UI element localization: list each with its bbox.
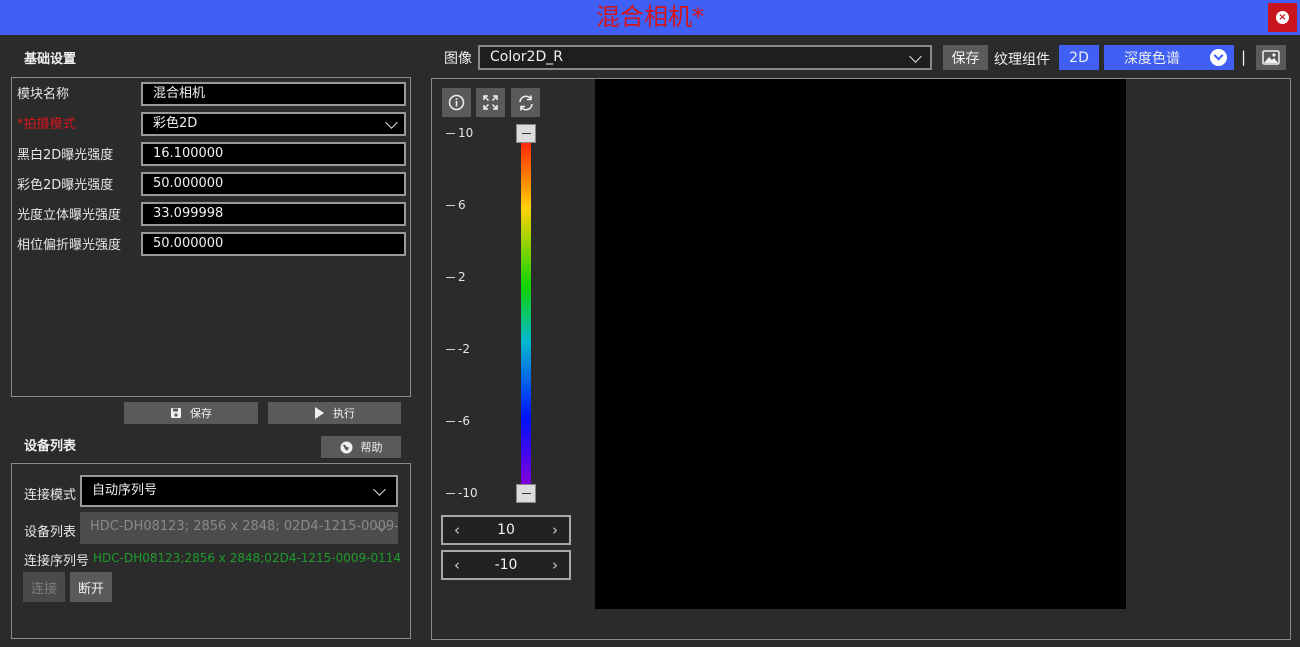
run-button[interactable]: 执行 — [268, 402, 401, 424]
deflectometry-exposure-input[interactable]: 50.000000 — [141, 232, 406, 256]
serial-label: 连接序列号 — [24, 554, 90, 569]
image-label: 图像 — [444, 51, 472, 67]
max-value: 10 — [497, 522, 515, 538]
colorbar-tick: -10 — [446, 486, 478, 500]
chevron-down-icon — [909, 50, 922, 63]
basic-settings-title: 基础设置 — [24, 52, 77, 67]
deflectometry-exposure-label: 相位偏折曝光强度 — [17, 238, 122, 253]
connect-button[interactable]: 连接 — [23, 572, 65, 602]
capture-mode-value: 彩色2D — [153, 116, 198, 131]
minus-icon — [521, 133, 531, 134]
image-select-value: Color2D_R — [490, 49, 563, 65]
depth-colormap-select[interactable]: 深度色谱 — [1104, 45, 1234, 70]
chevron-down-icon — [385, 116, 398, 129]
chevron-left-icon[interactable]: ‹ — [447, 552, 467, 578]
help-button[interactable]: 帮助 — [321, 436, 401, 458]
colorbar-min-handle[interactable] — [516, 484, 536, 503]
module-name-input[interactable]: 混合相机 — [141, 82, 406, 106]
toolbar-separator: | — [1241, 48, 1247, 66]
globe-icon — [340, 441, 352, 453]
colorbar-tick: -6 — [446, 414, 470, 428]
run-label: 执行 — [333, 407, 355, 420]
device-list-label: 设备列表 — [24, 525, 77, 540]
color-scale-bar — [521, 138, 531, 489]
refresh-icon — [518, 95, 533, 110]
fit-view-button[interactable] — [476, 88, 505, 117]
info-icon — [448, 94, 465, 111]
save-image-button[interactable]: 保存 — [943, 45, 988, 70]
image-icon — [1262, 50, 1280, 65]
help-label: 帮助 — [360, 441, 383, 454]
device-value: HDC-DH08123; 2856 x 2848; 02D4-1215-0009… — [90, 519, 398, 534]
colorbar-tick: 6 — [446, 198, 466, 212]
mono2d-exposure-label: 黑白2D曝光强度 — [17, 148, 114, 163]
capture-mode-label: *拍摄模式 — [17, 117, 76, 132]
save-icon — [171, 408, 181, 418]
mode-2d-button[interactable]: 2D — [1059, 45, 1099, 70]
chevron-left-icon[interactable]: ‹ — [447, 517, 467, 543]
photometric-exposure-input[interactable]: 33.099998 — [141, 202, 406, 226]
save-settings-label: 保存 — [190, 407, 212, 420]
window-title: 混合相机* — [596, 3, 704, 31]
capture-mode-select[interactable]: 彩色2D — [141, 112, 406, 136]
colorbar-tick: 10 — [446, 126, 473, 140]
image-button[interactable] — [1256, 45, 1286, 70]
min-value-spinbox[interactable]: ‹ -10 › — [441, 550, 571, 580]
close-button[interactable]: × — [1268, 3, 1297, 32]
connect-mode-value: 自动序列号 — [92, 483, 158, 498]
device-select[interactable]: HDC-DH08123; 2856 x 2848; 02D4-1215-0009… — [80, 512, 398, 544]
connect-mode-select[interactable]: 自动序列号 — [80, 475, 398, 507]
chevron-right-icon[interactable]: › — [545, 552, 565, 578]
texture-component-label: 纹理组件 — [994, 52, 1050, 68]
serial-value: HDC-DH08123;2856 x 2848;02D4-1215-0009-0… — [93, 551, 402, 565]
minus-icon — [521, 493, 531, 494]
colorbar-tick: -2 — [446, 342, 470, 356]
device-list-title: 设备列表 — [24, 439, 77, 454]
colorbar-tick: 2 — [446, 270, 466, 284]
close-icon: × — [1276, 11, 1289, 24]
refresh-button[interactable] — [511, 88, 540, 117]
module-name-label: 模块名称 — [17, 87, 70, 102]
min-value: -10 — [494, 557, 518, 573]
info-button[interactable] — [442, 88, 471, 117]
chevron-right-icon[interactable]: › — [545, 517, 565, 543]
mono2d-exposure-input[interactable]: 16.100000 — [141, 142, 406, 166]
image-select[interactable]: Color2D_R — [478, 45, 932, 70]
depth-colormap-label: 深度色谱 — [1124, 50, 1180, 67]
photometric-exposure-label: 光度立体曝光强度 — [17, 208, 122, 223]
save-settings-button[interactable]: 保存 — [124, 402, 258, 424]
play-icon — [315, 407, 324, 419]
max-value-spinbox[interactable]: ‹ 10 › — [441, 515, 571, 545]
connect-mode-label: 连接模式 — [24, 488, 77, 503]
colorbar-max-handle[interactable] — [516, 124, 536, 143]
image-canvas[interactable] — [595, 79, 1126, 609]
chevron-down-icon — [1210, 49, 1227, 66]
fit-icon — [483, 95, 498, 110]
chevron-down-icon — [373, 483, 386, 496]
color2d-exposure-label: 彩色2D曝光强度 — [17, 178, 114, 193]
disconnect-button[interactable]: 断开 — [70, 572, 112, 602]
color2d-exposure-input[interactable]: 50.000000 — [141, 172, 406, 196]
